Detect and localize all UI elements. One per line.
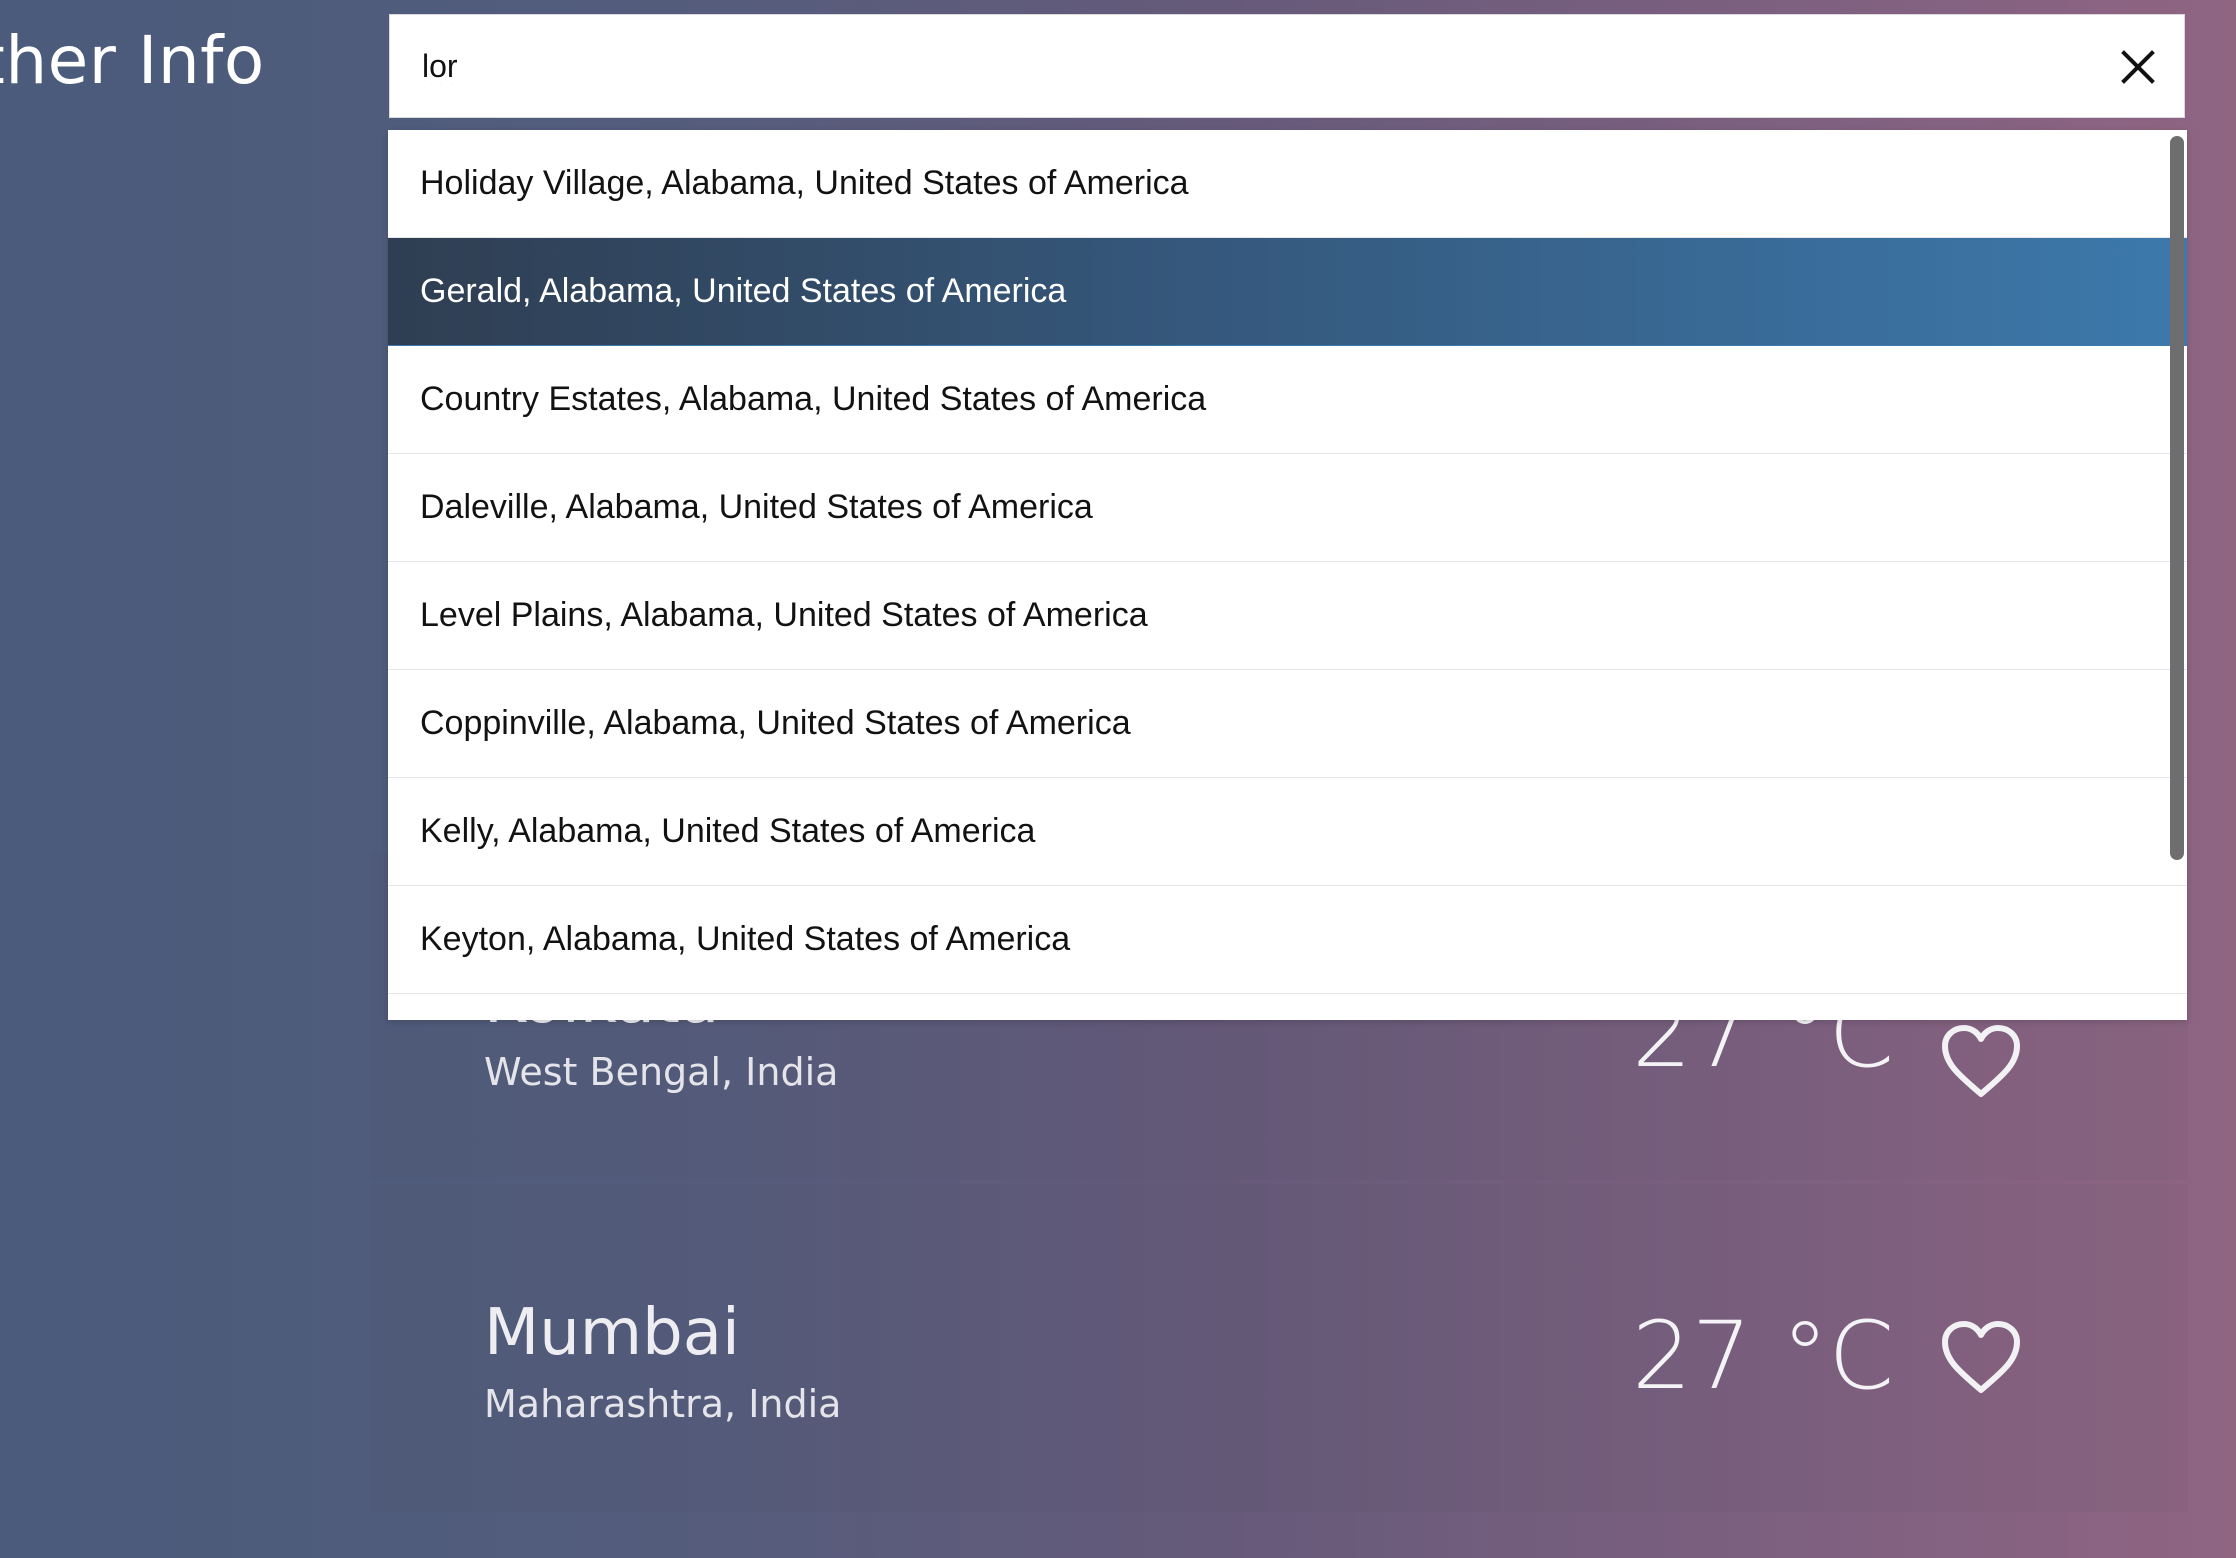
suggestion-item[interactable]: Kelly, Alabama, United States of America [388, 778, 2187, 886]
suggestion-item[interactable]: Keyton, Alabama, United States of Americ… [388, 886, 2187, 994]
suggestion-item[interactable]: Level Plains, Alabama, United States of … [388, 562, 2187, 670]
search-box [389, 14, 2185, 118]
suggestion-item[interactable]: Coppinville, Alabama, United States of A… [388, 670, 2187, 778]
temperature: 27 °C [1632, 1302, 1895, 1411]
suggestion-item[interactable]: Daleville, Alabama, United States of Ame… [388, 454, 2187, 562]
search-input[interactable] [422, 15, 2062, 117]
app-title: ather Info [0, 22, 265, 99]
dropdown-scrollbar[interactable] [2170, 136, 2184, 860]
city-name: Mumbai [484, 1296, 740, 1370]
close-icon [2121, 50, 2155, 84]
heart-icon[interactable] [1940, 1320, 2022, 1396]
heart-icon[interactable] [1940, 1024, 2022, 1100]
weather-card-mumbai[interactable]: Mumbai Maharashtra, India 27 °C [370, 1184, 2188, 1512]
suggestion-item[interactable]: Country Estates, Alabama, United States … [388, 346, 2187, 454]
region-name: Maharashtra, India [484, 1382, 842, 1426]
suggestion-item-selected[interactable]: Gerald, Alabama, United States of Americ… [388, 238, 2187, 346]
suggestion-item[interactable]: Holiday Village, Alabama, United States … [388, 130, 2187, 238]
clear-search-button[interactable] [2114, 43, 2162, 91]
suggestions-dropdown[interactable]: Holiday Village, Alabama, United States … [388, 130, 2187, 1020]
region-name: West Bengal, India [484, 1050, 839, 1094]
